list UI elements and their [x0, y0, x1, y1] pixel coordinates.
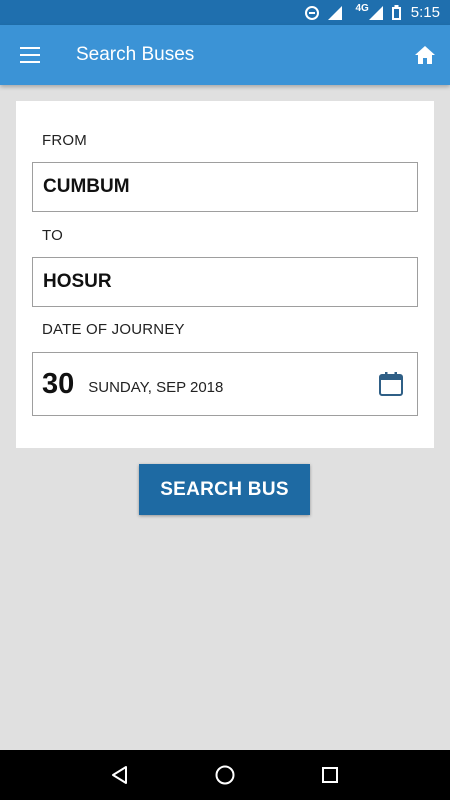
date-picker-field[interactable]: 30 SUNDAY, SEP 2018 — [32, 352, 418, 416]
to-field[interactable]: HOSUR — [32, 257, 418, 307]
date-day: 30 — [42, 367, 75, 400]
status-bar: 4G 5:15 — [0, 0, 450, 25]
from-label: FROM — [42, 132, 87, 149]
data-saver-icon — [305, 5, 320, 20]
wifi-signal-icon — [328, 5, 343, 20]
network-type-label: 4G — [355, 3, 369, 14]
system-nav-bar — [0, 750, 450, 800]
hamburger-menu-icon[interactable] — [0, 25, 60, 85]
app-bar: Search Buses — [0, 25, 450, 85]
back-triangle-icon[interactable] — [100, 755, 140, 795]
to-label: TO — [42, 227, 63, 244]
search-form-card: FROM CUMBUM TO HOSUR DATE OF JOURNEY 30 … — [16, 101, 434, 448]
home-icon[interactable] — [410, 40, 440, 70]
cell-signal-icon: 4G — [351, 3, 383, 20]
clock: 5:15 — [410, 4, 440, 21]
date-of-journey-label: DATE OF JOURNEY — [42, 321, 185, 338]
recents-square-icon[interactable] — [310, 755, 350, 795]
date-weekday-month-year: SUNDAY, SEP 2018 — [88, 378, 224, 396]
home-circle-icon[interactable] — [205, 755, 245, 795]
search-bus-button[interactable]: SEARCH BUS — [139, 464, 310, 515]
calendar-icon[interactable] — [377, 370, 405, 398]
from-field[interactable]: CUMBUM — [32, 162, 418, 212]
battery-icon — [391, 5, 401, 20]
page-title: Search Buses — [76, 44, 195, 65]
